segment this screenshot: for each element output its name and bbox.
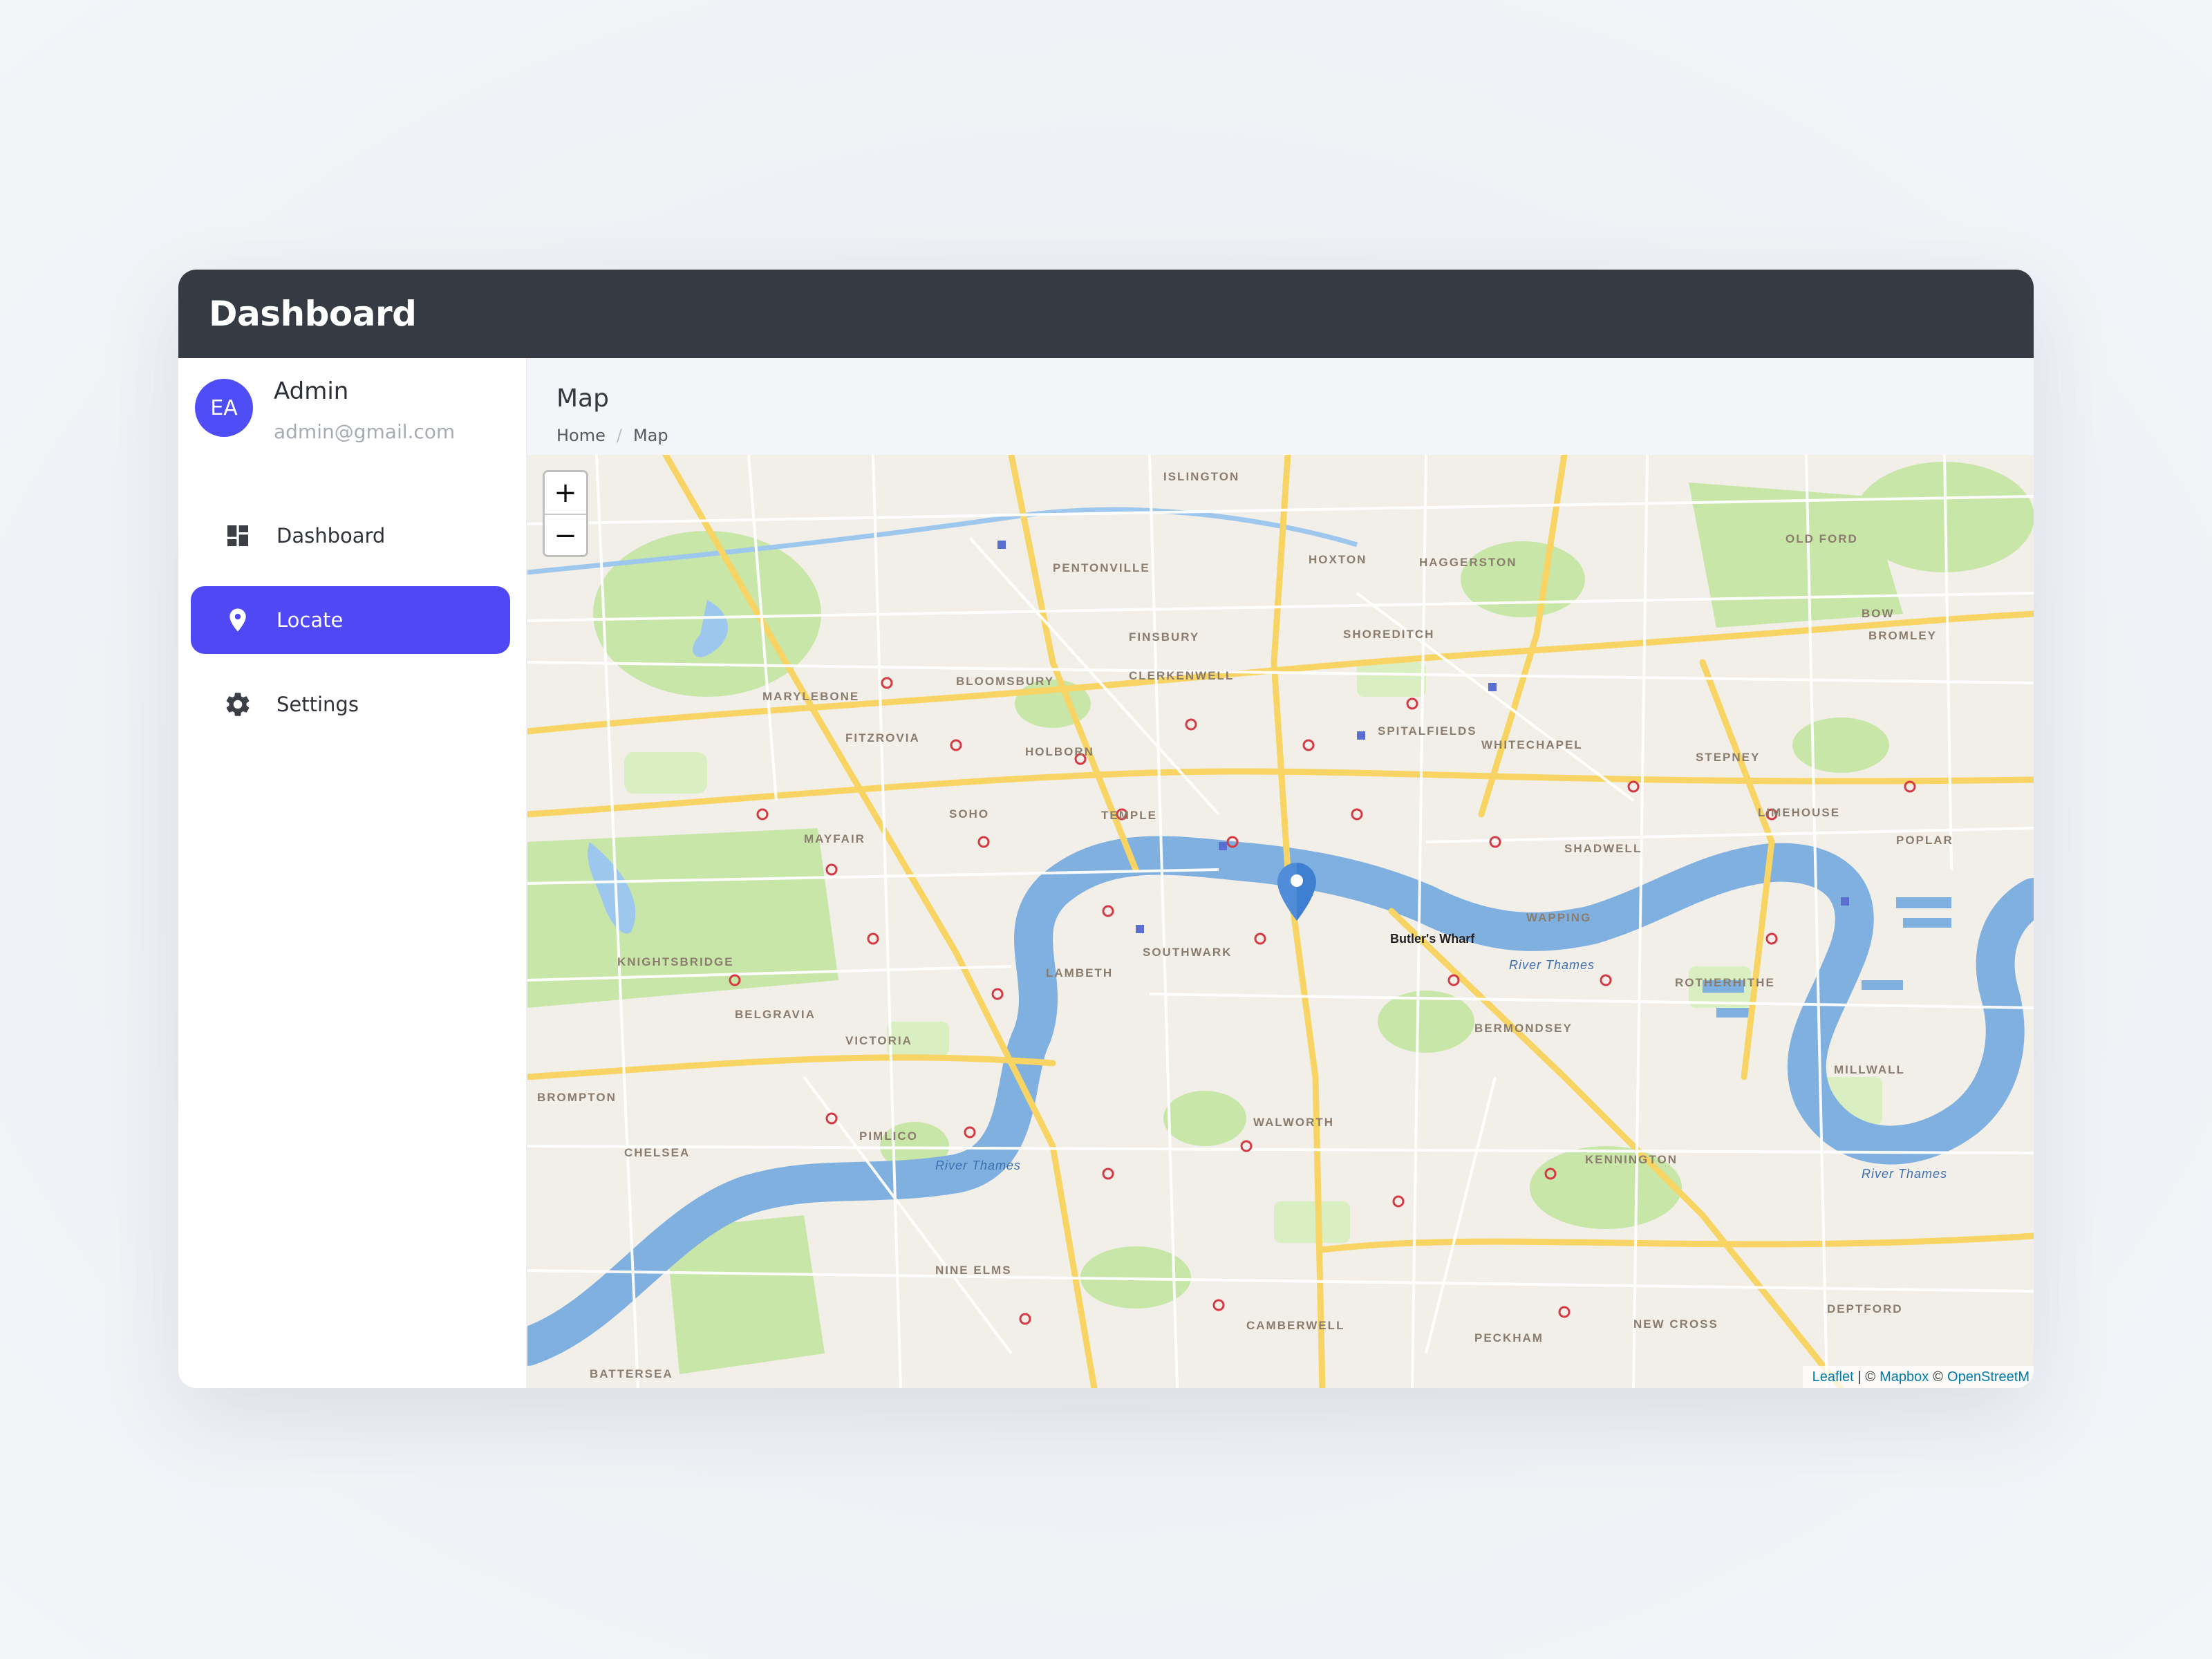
map-label: BERMONDSEY [1474, 1022, 1573, 1035]
map-label: River Thames [1509, 958, 1595, 972]
mapbox-link[interactable]: Mapbox [1880, 1369, 1929, 1385]
top-bar: Dashboard [178, 270, 2034, 358]
map-label: HOLBORN [1025, 745, 1094, 758]
attribution-copyright: © [1933, 1369, 1944, 1385]
map-label: DEPTFORD [1827, 1302, 1903, 1315]
map-label: HOXTON [1309, 553, 1367, 566]
map-label: SHOREDITCH [1343, 628, 1435, 641]
sidebar-item-label: Dashboard [276, 524, 386, 547]
sidebar-item-label: Locate [276, 608, 344, 632]
map-label: River Thames [1862, 1167, 1948, 1181]
map-tiles [527, 455, 2034, 1388]
leaflet-link[interactable]: Leaflet [1812, 1369, 1854, 1385]
map-label: LIMEHOUSE [1758, 806, 1841, 819]
dashboard-icon [223, 521, 253, 551]
app-body: EA Admin admin@gmail.com Dashboard Locat… [178, 358, 2034, 1388]
map-label: WALWORTH [1253, 1116, 1335, 1129]
map-label: NINE ELMS [935, 1264, 1012, 1277]
map-label: BROMLEY [1868, 629, 1937, 642]
map-label: WHITECHAPEL [1481, 738, 1583, 751]
map-label: FINSBURY [1129, 630, 1200, 644]
map-label: CLERKENWELL [1129, 669, 1235, 682]
page-background: Dashboard EA Admin admin@gmail.com Dashb… [0, 0, 2212, 1659]
map-label: CHELSEA [624, 1146, 691, 1159]
map-label: SOHO [949, 807, 990, 821]
map-label: NEW CROSS [1633, 1318, 1718, 1331]
openstreetmap-link[interactable]: OpenStreetM [1947, 1369, 2030, 1385]
map-label: KENNINGTON [1585, 1153, 1678, 1166]
sidebar-item-dashboard[interactable]: Dashboard [191, 502, 510, 570]
map-label: BELGRAVIA [735, 1008, 816, 1021]
user-name: Admin [274, 377, 349, 405]
map-label: River Thames [935, 1159, 1022, 1172]
sidebar: EA Admin admin@gmail.com Dashboard Locat… [178, 358, 527, 1388]
breadcrumb-current: Map [632, 426, 668, 445]
map-label: WAPPING [1526, 911, 1592, 924]
sidebar-item-locate[interactable]: Locate [191, 586, 510, 654]
map-label: SHADWELL [1564, 842, 1642, 855]
map-label: SOUTHWARK [1143, 946, 1232, 959]
zoom-control: + − [543, 470, 588, 557]
map-label: CAMBERWELL [1246, 1319, 1345, 1332]
breadcrumb-home[interactable]: Home [556, 426, 606, 445]
map-label: POPLAR [1896, 834, 1953, 847]
map-label: LAMBETH [1046, 966, 1114, 980]
sidebar-item-label: Settings [276, 693, 359, 716]
map-label: MAYFAIR [804, 832, 865, 845]
sidebar-item-settings[interactable]: Settings [191, 671, 510, 738]
breadcrumb-separator: / [616, 426, 622, 445]
map-label: TEMPLE [1101, 809, 1157, 822]
map-label: PENTONVILLE [1053, 561, 1150, 574]
map-label: HAGGERSTON [1419, 556, 1517, 569]
app-window: Dashboard EA Admin admin@gmail.com Dashb… [178, 270, 2034, 1388]
breadcrumb: Home / Map [556, 426, 668, 445]
map-label: SPITALFIELDS [1378, 724, 1477, 738]
app-title: Dashboard [209, 294, 417, 334]
map-label: BOW [1862, 607, 1895, 620]
map-label: FITZROVIA [845, 731, 920, 744]
map-label: ISLINGTON [1163, 470, 1240, 483]
map-label: STEPNEY [1696, 751, 1761, 764]
page-title: Map [556, 384, 609, 413]
zoom-in-button[interactable]: + [545, 472, 586, 514]
map-label: PECKHAM [1474, 1331, 1544, 1344]
map-label: BATTERSEA [590, 1367, 673, 1380]
map-label: VICTORIA [845, 1034, 912, 1047]
map-view[interactable]: ISLINGTON PENTONVILLE HOXTON HAGGERSTON … [527, 455, 2034, 1388]
map-pin-icon [223, 605, 253, 635]
avatar[interactable]: EA [195, 379, 253, 437]
map-label: BROMPTON [537, 1091, 617, 1104]
map-label: KNIGHTSBRIDGE [617, 955, 734, 968]
map-label: OLD FORD [1785, 532, 1858, 545]
map-marker-icon[interactable] [1277, 863, 1316, 921]
map-label: PIMLICO [859, 1130, 918, 1143]
map-label: BLOOMSBURY [956, 675, 1055, 688]
page-header: Map Home / Map [527, 358, 2034, 455]
user-profile: EA Admin admin@gmail.com [178, 358, 526, 469]
map-label: ROTHERHITHE [1675, 976, 1775, 989]
map-label: MILLWALL [1834, 1063, 1905, 1076]
map-attribution: Leaflet | © Mapbox © OpenStreetM [1802, 1366, 2034, 1388]
map-label: Butler's Wharf [1390, 932, 1475, 946]
attribution-separator: | © [1857, 1369, 1876, 1385]
zoom-out-button[interactable]: − [545, 514, 586, 555]
gear-icon [223, 689, 253, 720]
main-content: Map Home / Map ISLINGTON PENTONVILLE HOX… [527, 358, 2034, 1388]
user-email: admin@gmail.com [274, 420, 456, 443]
map-label: MARYLEBONE [762, 690, 860, 703]
